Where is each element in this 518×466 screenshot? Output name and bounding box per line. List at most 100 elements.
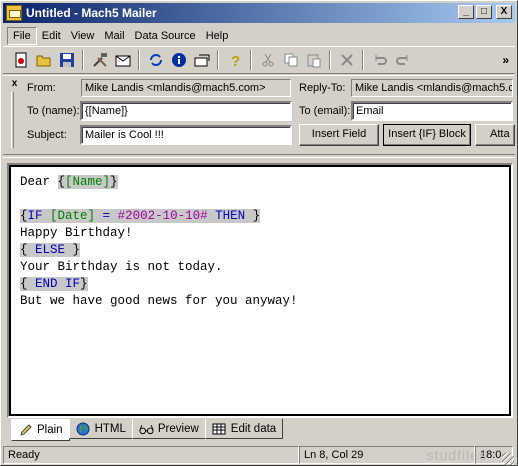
tab-html-label: HTML	[94, 422, 126, 435]
insert-if-block-button[interactable]: Insert {IF} Block	[383, 124, 471, 146]
toolbar-separator	[217, 50, 219, 70]
maximize-button[interactable]: □	[476, 5, 492, 19]
resize-grip[interactable]	[502, 453, 514, 465]
insert-field-button[interactable]: Insert Field	[299, 124, 379, 146]
brace-open: {	[20, 243, 36, 257]
tab-html[interactable]: HTML	[68, 419, 133, 439]
paste-icon[interactable]	[302, 49, 325, 71]
mailer-app-icon[interactable]	[6, 5, 22, 21]
toolbar-overflow-icon[interactable]: »	[502, 53, 509, 67]
endif-token: { END IF}	[20, 277, 88, 291]
header-close-icon[interactable]: x	[9, 79, 20, 90]
status-ready: Ready	[3, 446, 299, 464]
equals-operator: =	[95, 209, 118, 223]
tab-preview-label: Preview	[157, 422, 199, 435]
undo-icon[interactable]	[368, 49, 391, 71]
menu-help[interactable]: Help	[201, 28, 234, 44]
delete-icon[interactable]	[335, 49, 358, 71]
globe-icon	[76, 422, 91, 436]
tab-plain[interactable]: Plain	[11, 419, 70, 441]
else-token: { ELSE }	[20, 243, 81, 257]
new-icon[interactable]	[9, 49, 32, 71]
table-icon	[212, 422, 227, 436]
help-icon[interactable]: ?	[223, 49, 246, 71]
svg-text:?: ?	[231, 53, 240, 68]
toolbar-separator	[250, 50, 252, 70]
else-keyword: ELSE	[35, 243, 66, 257]
name-field: [Name]	[65, 175, 111, 189]
toolbar-separator	[82, 50, 84, 70]
main-window: Untitled - Mach5 Mailer _ □ X File Edit …	[0, 0, 518, 466]
message-header-panel: x From: Mike Landis <mlandis@mach5.com> …	[3, 75, 515, 153]
endif-keyword: END IF	[35, 277, 81, 291]
info-icon[interactable]	[167, 49, 190, 71]
send-icon[interactable]	[190, 49, 213, 71]
brace-open: {	[57, 175, 66, 189]
editor-line: {IF [Date] = #2002-10-10# THEN }	[20, 208, 509, 225]
window-controls: _ □ X	[458, 5, 512, 19]
editor-line: Dear {[Name]}	[20, 174, 509, 191]
subject-input[interactable]: Mailer is Cool !!!	[80, 125, 292, 145]
editor-line: Happy Birthday!	[20, 226, 133, 240]
menu-mail[interactable]: Mail	[99, 28, 129, 44]
editor-line: But we have good news for you anyway!	[20, 294, 298, 308]
brace-close: }	[80, 277, 88, 291]
open-icon[interactable]	[32, 49, 55, 71]
panel-splitter[interactable]	[3, 154, 515, 158]
to-name-input[interactable]: {[Name]}	[80, 101, 292, 121]
toolbar-separator	[138, 50, 140, 70]
close-button[interactable]: X	[496, 5, 512, 19]
tab-edit-data[interactable]: Edit data	[204, 419, 284, 439]
toolbar-separator	[362, 50, 364, 70]
tab-preview[interactable]: Preview	[131, 419, 206, 439]
menu-data-source[interactable]: Data Source	[130, 28, 201, 44]
tab-edit-data-label: Edit data	[230, 422, 277, 435]
glasses-icon	[139, 422, 154, 436]
if-keyword: IF	[27, 209, 51, 223]
toolbar: ? »	[3, 46, 515, 74]
window-title: Untitled - Mach5 Mailer	[26, 6, 157, 20]
attach-button[interactable]: Atta	[475, 124, 515, 146]
view-tabs: Plain HTML Preview Edit data	[11, 419, 284, 441]
to-email-input[interactable]: Email	[351, 101, 513, 121]
subject-label: Subject:	[27, 129, 67, 141]
if-token: {IF [Date] = #2002-10-10# THEN }	[20, 209, 261, 223]
refresh-icon[interactable]	[144, 49, 167, 71]
minimize-button[interactable]: _	[458, 5, 474, 19]
menu-view[interactable]: View	[66, 28, 100, 44]
brace-open: {	[20, 277, 36, 291]
editor-line: Your Birthday is not today.	[20, 260, 223, 274]
redo-icon[interactable]	[391, 49, 414, 71]
reply-to-label: Reply-To:	[299, 82, 346, 94]
brace-open: {	[20, 209, 28, 223]
editor-line: { ELSE }	[20, 242, 509, 259]
menu-bar: File Edit View Mail Data Source Help	[3, 26, 233, 45]
cut-icon[interactable]	[256, 49, 279, 71]
field-token: {[Name]}	[57, 175, 118, 189]
reply-to-field[interactable]: Mike Landis <mlandis@mach5.com>	[351, 79, 513, 97]
pencil-icon	[18, 423, 33, 437]
menu-edit[interactable]: Edit	[37, 28, 66, 44]
to-email-label: To (email):	[299, 105, 351, 117]
mail-icon[interactable]	[111, 49, 134, 71]
toolbar-separator	[329, 50, 331, 70]
save-icon[interactable]	[55, 49, 78, 71]
copy-icon[interactable]	[279, 49, 302, 71]
tab-plain-label: Plain	[37, 423, 63, 436]
watermark: studfiles	[426, 447, 487, 463]
brace-close: }	[65, 243, 81, 257]
then-keyword: THEN	[207, 209, 246, 223]
editor-line-blank	[20, 191, 509, 208]
message-body-editor[interactable]: Dear {[Name]} {IF [Date] = #2002-10-10# …	[9, 165, 511, 416]
date-field: [Date]	[50, 209, 96, 223]
date-literal: #2002-10-10#	[117, 209, 208, 223]
from-field[interactable]: Mike Landis <mlandis@mach5.com>	[81, 79, 291, 97]
header-grip[interactable]	[11, 92, 14, 148]
from-label: From:	[27, 82, 56, 94]
brace-close: }	[110, 175, 118, 189]
to-name-label: To (name):	[27, 105, 80, 117]
tools-icon[interactable]	[88, 49, 111, 71]
menu-file[interactable]: File	[7, 26, 37, 45]
title-bar[interactable]: Untitled - Mach5 Mailer _ □ X	[3, 3, 515, 23]
editor-frame: Dear {[Name]} {IF [Date] = #2002-10-10# …	[7, 163, 513, 418]
